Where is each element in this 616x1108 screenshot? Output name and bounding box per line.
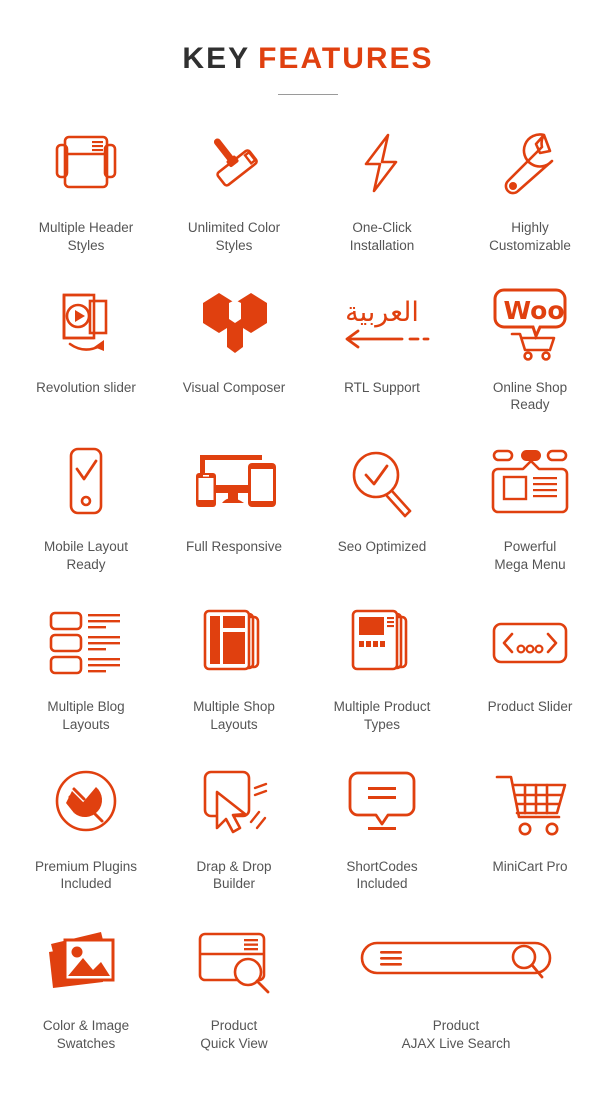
mobile-check-icon	[51, 440, 121, 526]
feature-label: RTL Support	[344, 379, 420, 395]
woocommerce-icon: Woo	[490, 281, 570, 367]
feature-item-multiple-product-types[interactable]: Multiple Product Types	[308, 600, 456, 734]
feature-label: One-Click Installation	[349, 220, 415, 253]
feature-item-color-image-swatches[interactable]: Color & Image Swatches	[12, 919, 160, 1053]
feature-item-product-quick-view[interactable]: Product Quick View	[160, 919, 308, 1053]
feature-label: Revolution slider	[36, 379, 136, 395]
page-title-part2: FEATURES	[258, 42, 434, 75]
feature-label: Product Quick View	[200, 1018, 268, 1051]
feature-item-revolution-slider[interactable]: Revolution slider	[12, 281, 160, 397]
paint-roller-icon	[196, 121, 272, 207]
multiple-header-styles-icon	[48, 121, 124, 207]
seo-magnifier-icon	[344, 440, 420, 526]
plugin-plug-icon	[48, 760, 124, 846]
feature-item-highly-customizable[interactable]: Highly Customizable	[456, 121, 604, 255]
feature-label: Color & Image Swatches	[42, 1018, 130, 1051]
feature-label: Unlimited Color Styles	[187, 220, 281, 253]
feature-item-seo-optimized[interactable]: Seo Optimized	[308, 440, 456, 556]
mega-menu-icon	[488, 440, 572, 526]
features-row: Premium Plugins Included Drap & Drop Bui…	[12, 760, 604, 894]
rtl-arabic-icon: العربية	[332, 281, 432, 367]
product-types-icon	[344, 600, 420, 686]
feature-item-mobile-layout-ready[interactable]: Mobile Layout Ready	[12, 440, 160, 574]
feature-label: Multiple Product Types	[333, 698, 431, 732]
shopping-cart-icon	[489, 760, 571, 846]
feature-label: Product AJAX Live Search	[401, 1018, 511, 1051]
feature-item-product-ajax-live-search[interactable]: Product AJAX Live Search	[308, 919, 604, 1053]
responsive-devices-icon	[186, 440, 282, 526]
feature-label: Multiple Shop Layouts	[193, 698, 275, 732]
feature-item-drag-drop-builder[interactable]: Drap & Drop Builder	[160, 760, 308, 894]
quick-view-card-icon	[192, 919, 276, 1005]
feature-item-product-slider[interactable]: Product Slider	[456, 600, 604, 716]
features-row: Multiple Blog Layouts Multiple Shop Layo…	[12, 600, 604, 734]
feature-item-visual-composer[interactable]: Visual Composer	[160, 281, 308, 397]
features-row: Color & Image Swatches Product Quick Vie…	[12, 919, 604, 1053]
feature-item-one-click-installation[interactable]: One-Click Installation	[308, 121, 456, 255]
photo-swatches-icon	[43, 919, 129, 1005]
feature-label: ShortCodes Included	[346, 858, 418, 892]
feature-label: Premium Plugins Included	[34, 858, 138, 892]
rtl-arabic-text: العربية	[345, 297, 419, 328]
feature-label: Highly Customizable	[489, 220, 571, 253]
feature-item-premium-plugins-included[interactable]: Premium Plugins Included	[12, 760, 160, 894]
features-row: Revolution slider Visual Composer العربي…	[12, 281, 604, 415]
feature-label: Online Shop Ready	[492, 379, 568, 413]
blog-list-layout-icon	[45, 600, 127, 686]
revolution-slider-icon	[46, 281, 126, 367]
shop-pages-stack-icon	[196, 600, 272, 686]
feature-item-multiple-header-styles[interactable]: Multiple Header Styles	[12, 121, 160, 255]
wrench-icon	[492, 121, 568, 207]
feature-item-minicart-pro[interactable]: MiniCart Pro	[456, 760, 604, 876]
feature-label: Multiple Blog Layouts	[47, 698, 125, 732]
feature-item-rtl-support[interactable]: العربية RTL Support	[308, 281, 456, 397]
page-header: KEY FEATURES	[0, 0, 616, 95]
lightning-bolt-icon	[344, 121, 420, 207]
feature-label: Powerful Mega Menu	[494, 539, 566, 573]
feature-item-multiple-blog-layouts[interactable]: Multiple Blog Layouts	[12, 600, 160, 734]
feature-item-full-responsive[interactable]: Full Responsive	[160, 440, 308, 556]
feature-label: Drap & Drop Builder	[196, 858, 272, 892]
product-slider-icon	[489, 600, 571, 686]
feature-label: Multiple Header Styles	[38, 220, 134, 253]
feature-item-online-shop-ready[interactable]: Woo Online Shop Ready	[456, 281, 604, 415]
feature-label: Product Slider	[487, 698, 573, 714]
visual-composer-icon	[197, 281, 271, 367]
feature-item-unlimited-color-styles[interactable]: Unlimited Color Styles	[160, 121, 308, 255]
title-divider	[278, 94, 338, 95]
feature-item-shortcodes-included[interactable]: ShortCodes Included	[308, 760, 456, 894]
page-title-part1: KEY	[182, 42, 251, 75]
page-title: KEY FEATURES	[0, 44, 616, 74]
features-grid: Multiple Header Styles Unlimited Color S…	[0, 121, 616, 1053]
feature-item-multiple-shop-layouts[interactable]: Multiple Shop Layouts	[160, 600, 308, 734]
feature-label: Visual Composer	[182, 379, 286, 395]
feature-label: Full Responsive	[185, 539, 283, 555]
feature-label: Mobile Layout Ready	[43, 539, 129, 573]
ajax-live-search-icon	[356, 919, 556, 1005]
key-features-page: KEY FEATURES Multiple Header Styles Unli…	[0, 0, 616, 1108]
features-row: Mobile Layout Ready Full Responsive Seo …	[12, 440, 604, 574]
feature-label: Seo Optimized	[337, 539, 427, 555]
drag-drop-cursor-icon	[193, 760, 275, 846]
woo-text: Woo	[503, 296, 564, 325]
feature-item-powerful-mega-menu[interactable]: Powerful Mega Menu	[456, 440, 604, 574]
features-row: Multiple Header Styles Unlimited Color S…	[12, 121, 604, 255]
feature-label: MiniCart Pro	[492, 858, 568, 874]
speech-bubble-icon	[344, 760, 420, 846]
